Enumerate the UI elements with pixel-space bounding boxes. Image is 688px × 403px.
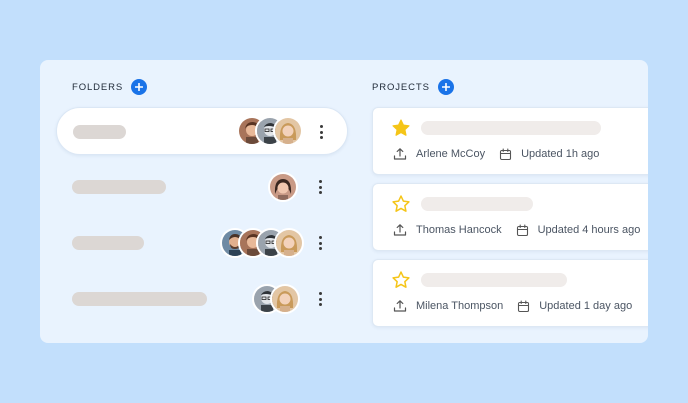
folders-header: FOLDERS [72,79,148,95]
add-project-button[interactable] [437,79,454,95]
add-folder-button[interactable] [131,79,148,95]
folder-more-button[interactable] [314,180,326,194]
folder-row[interactable] [56,275,348,323]
project-card[interactable]: Thomas Hancock Updated 4 hours ago [372,183,648,251]
folders-heading: FOLDERS [72,81,124,93]
project-card[interactable]: Milena Thompson Updated 1 day ago [372,259,648,327]
calendar-icon [518,299,530,312]
member-avatars [237,116,303,146]
folder-more-button[interactable] [314,292,326,306]
project-meta: Thomas Hancock Updated 4 hours ago [393,223,640,237]
star-icon[interactable] [391,194,411,214]
member-avatars [220,228,304,258]
projects-header: PROJECTS [372,79,454,95]
plus-icon [135,83,144,91]
folder-row[interactable] [56,163,348,211]
project-updated: Updated 4 hours ago [537,224,641,236]
project-title-placeholder [421,197,533,211]
project-title-placeholder [421,273,567,287]
folder-name-placeholder [72,236,144,250]
folder-name-placeholder [72,292,207,306]
folder-name-placeholder [73,125,126,139]
avatar-blonde-woman [270,284,300,314]
project-updated: Updated 1h ago [521,148,600,160]
avatar-blonde-woman [273,116,303,146]
project-title-placeholder [421,121,601,135]
folder-row[interactable] [56,107,348,155]
project-owner: Thomas Hancock [416,224,502,236]
folder-more-button[interactable] [314,236,326,250]
project-updated: Updated 1 day ago [539,300,633,312]
upload-icon [393,224,407,236]
project-owner: Milena Thompson [416,300,504,312]
folder-name-placeholder [72,180,166,194]
star-icon[interactable] [391,270,411,290]
calendar-icon [500,147,512,160]
projects-heading: PROJECTS [372,81,430,93]
upload-icon [393,300,407,312]
folder-more-button[interactable] [315,125,327,139]
star-icon[interactable] [391,118,411,138]
calendar-icon [516,223,528,236]
member-avatars [252,284,300,314]
avatar-dark-hair-woman [268,172,298,202]
project-meta: Arlene McCoy Updated 1h ago [393,147,599,161]
project-card[interactable]: Arlene McCoy Updated 1h ago [372,107,648,175]
member-avatars [268,172,298,202]
plus-icon [441,83,450,91]
project-owner: Arlene McCoy [416,148,486,160]
workspace-panel: FOLDERS PROJECTS Arlene McCoy Updated 1h… [40,60,648,343]
folder-row[interactable] [56,219,348,267]
upload-icon [393,148,407,160]
project-meta: Milena Thompson Updated 1 day ago [393,299,632,313]
avatar-blonde-woman [274,228,304,258]
